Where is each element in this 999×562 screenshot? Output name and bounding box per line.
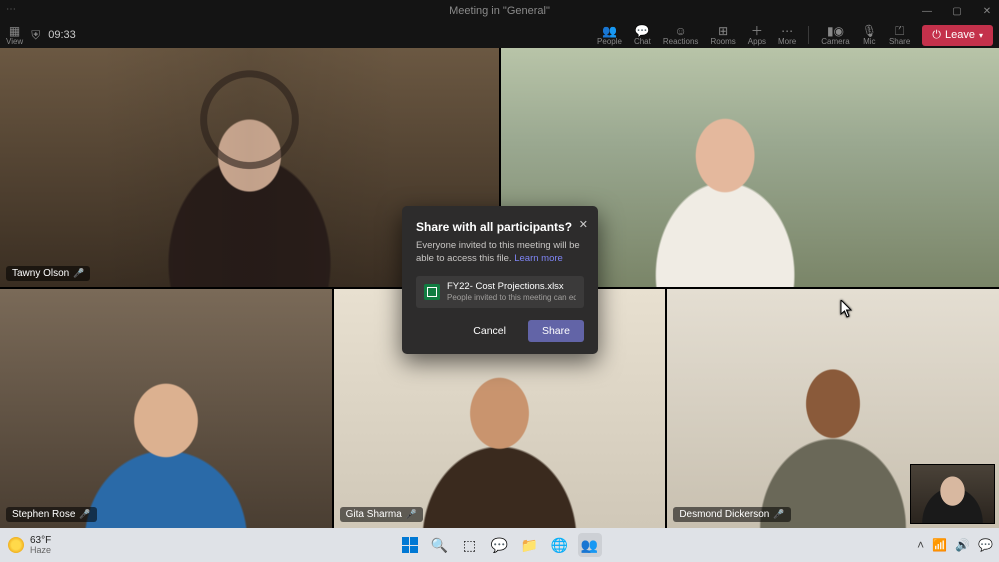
self-video (911, 465, 994, 523)
start-button[interactable] (398, 533, 422, 557)
edge-button[interactable]: 🌐 (548, 533, 572, 557)
edge-icon: 🌐 (551, 537, 568, 554)
camera-button[interactable]: ▮◉ Camera (821, 24, 849, 46)
smile-icon: ☺ (675, 24, 687, 37)
sun-icon (8, 537, 24, 553)
share-dialog: Share with all participants? ✕ Everyone … (402, 206, 598, 354)
participant-video (0, 289, 332, 528)
mic-icon: 🎙 (862, 24, 877, 37)
explorer-button[interactable]: 📁 (518, 533, 542, 557)
share-button[interactable]: ⏍ Share (889, 24, 910, 46)
minimize-icon[interactable]: ― (919, 0, 935, 22)
hangup-icon: ⏻ (932, 29, 941, 42)
close-icon[interactable]: ✕ (979, 0, 995, 22)
participant-name-tag: Stephen Rose 🎤 (6, 507, 97, 522)
people-icon: 👥 (602, 24, 617, 37)
rooms-button[interactable]: ⊞ Rooms (710, 24, 735, 46)
view-button[interactable]: ▦ View (6, 24, 23, 46)
shield-icon[interactable]: ⛨ (31, 28, 40, 43)
rooms-icon: ⊞ (718, 24, 728, 37)
tray-chevron-icon[interactable]: ˄ (917, 538, 924, 552)
search-icon: 🔍 (431, 537, 448, 554)
chevron-down-icon: ▾ (979, 31, 983, 40)
chat-taskbar-button[interactable]: 💬 (488, 533, 512, 557)
reactions-button[interactable]: ☺ Reactions (663, 24, 699, 46)
dialog-body: Everyone invited to this meeting will be… (416, 240, 584, 266)
network-icon[interactable]: 📶 (932, 538, 947, 552)
weather-temp: 63°F (30, 536, 51, 546)
mic-button[interactable]: 🎙 Mic (862, 24, 877, 46)
participant-tile[interactable]: Stephen Rose 🎤 (0, 289, 332, 528)
meeting-toolbar: ▦ View ⛨ 09:33 👥 People 💬 Chat ☺ Reactio… (0, 22, 999, 48)
leave-button[interactable]: ⏻ Leave ▾ (922, 25, 993, 46)
folder-icon: 📁 (521, 537, 538, 554)
mic-icon: 🎤 (73, 268, 84, 279)
chat-icon: 💬 (635, 24, 650, 37)
task-view-icon: ⬚ (463, 537, 476, 554)
windows-taskbar: 63°F Haze 🔍 ⬚ 💬 📁 🌐 👥 ˄ 📶 🔊 💬 (0, 528, 999, 562)
volume-icon[interactable]: 🔊 (955, 538, 970, 552)
windows-logo-icon (402, 537, 418, 553)
window-titlebar: ⋯ Meeting in "General" ― ▢ ✕ (0, 0, 999, 22)
share-tray-icon: ⏍ (895, 24, 904, 37)
dialog-close-icon[interactable]: ✕ (579, 218, 588, 231)
self-view-tile[interactable] (910, 464, 995, 524)
excel-file-icon (424, 284, 440, 300)
task-view-button[interactable]: ⬚ (458, 533, 482, 557)
weather-desc: Haze (30, 546, 51, 555)
grid-icon: ▦ (9, 24, 20, 37)
mic-icon: 🎤 (79, 509, 90, 520)
learn-more-link[interactable]: Learn more (514, 253, 563, 264)
apps-button[interactable]: ＋ Apps (748, 24, 766, 46)
plus-icon: ＋ (751, 24, 763, 37)
file-permission-label: People invited to this meeting can edit (447, 293, 576, 302)
window-title: Meeting in "General" (449, 5, 550, 17)
mic-icon: 🎤 (773, 509, 784, 520)
file-name: FY22- Cost Projections.xlsx (447, 282, 576, 293)
more-button[interactable]: ⋯ More (778, 24, 796, 46)
participant-name-tag: Desmond Dickerson 🎤 (673, 507, 790, 522)
cancel-button[interactable]: Cancel (459, 320, 520, 342)
maximize-icon[interactable]: ▢ (949, 0, 965, 22)
share-confirm-button[interactable]: Share (528, 320, 584, 342)
titlebar-menu-icon[interactable]: ⋯ (6, 4, 17, 15)
more-icon: ⋯ (781, 24, 793, 37)
chat-bubble-icon: 💬 (491, 537, 508, 554)
people-button[interactable]: 👥 People (597, 24, 622, 46)
participant-name-tag: Tawny Olson 🎤 (6, 266, 90, 281)
system-tray: ˄ 📶 🔊 💬 (917, 538, 993, 552)
meeting-timer: 09:33 (48, 29, 76, 41)
participant-name-tag: Gita Sharma 🎤 (340, 507, 423, 522)
camera-icon: ▮◉ (827, 24, 844, 37)
dialog-title: Share with all participants? (416, 220, 584, 234)
teams-icon: 👥 (581, 537, 598, 554)
file-attachment-row[interactable]: FY22- Cost Projections.xlsx People invit… (416, 276, 584, 308)
search-button[interactable]: 🔍 (428, 533, 452, 557)
chat-button[interactable]: 💬 Chat (634, 24, 651, 46)
mic-icon: 🎤 (406, 509, 417, 520)
weather-widget[interactable]: 63°F Haze (0, 536, 51, 555)
notifications-icon[interactable]: 💬 (978, 538, 993, 552)
teams-button[interactable]: 👥 (578, 533, 602, 557)
